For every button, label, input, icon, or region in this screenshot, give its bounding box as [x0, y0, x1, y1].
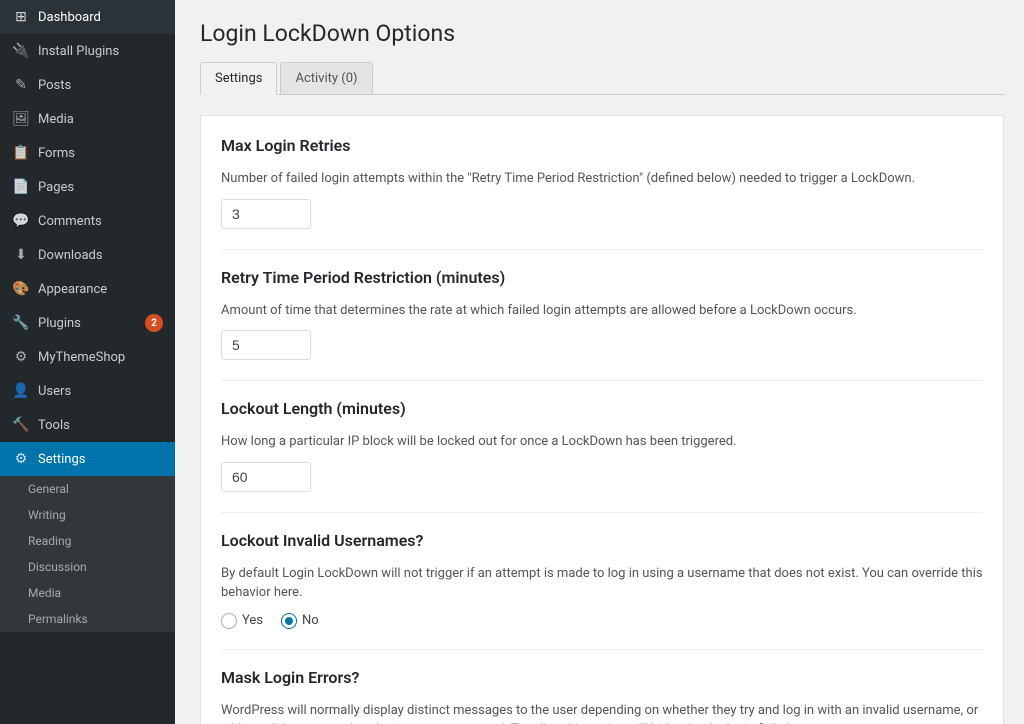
settings-icon: ⚙ [12, 450, 30, 468]
section-title-lockout-length: Lockout Length (minutes) [221, 399, 983, 424]
sidebar-item-pages[interactable]: 📄 Pages [0, 170, 175, 204]
sidebar-item-media[interactable]: 🖼 Media [0, 102, 175, 136]
section-retry-time: Retry Time Period Restriction (minutes) … [221, 268, 983, 361]
section-desc-max-retries: Number of failed login attempts within t… [221, 169, 983, 189]
settings-content: Max Login Retries Number of failed login… [200, 115, 1004, 724]
sidebar-item-install-plugins[interactable]: 🔌 Install Plugins [0, 34, 175, 68]
radio-label-yes: Yes [242, 613, 263, 628]
sidebar-item-settings[interactable]: ⚙ Settings [0, 442, 175, 476]
sidebar-label-comments: Comments [38, 214, 163, 229]
sidebar-item-media-sub[interactable]: Media [0, 580, 175, 606]
settings-submenu: General Writing Reading Discussion Media… [0, 476, 175, 632]
page-title: Login LockDown Options [200, 20, 1004, 47]
sidebar-label-appearance: Appearance [38, 282, 163, 297]
sidebar-label-pages: Pages [38, 180, 163, 195]
divider-3 [221, 512, 983, 513]
sidebar-item-posts[interactable]: ✎ Posts [0, 68, 175, 102]
mythemeshop-icon: ⚙ [12, 348, 30, 366]
sidebar-label-posts: Posts [38, 78, 163, 93]
section-lockout-length: Lockout Length (minutes) How long a part… [221, 399, 983, 492]
sidebar-item-dashboard[interactable]: ⊞ Dashboard [0, 0, 175, 34]
sidebar-label-media-sub: Media [28, 586, 163, 600]
sidebar-item-plugins[interactable]: 🔧 Plugins 2 [0, 306, 175, 340]
main-content: Login LockDown Options Settings Activity… [175, 0, 1024, 724]
sidebar-item-comments[interactable]: 💬 Comments [0, 204, 175, 238]
plugins-icon: 🔧 [12, 314, 30, 332]
sidebar-label-general: General [28, 482, 163, 496]
radio-circle-no [281, 613, 297, 629]
media-icon: 🖼 [12, 110, 30, 128]
tab-settings[interactable]: Settings [200, 62, 277, 95]
sidebar-label-writing: Writing [28, 508, 163, 522]
divider-1 [221, 249, 983, 250]
sidebar-label-downloads: Downloads [38, 248, 163, 263]
sidebar-item-tools[interactable]: 🔨 Tools [0, 408, 175, 442]
sidebar-label-plugins: Plugins [38, 316, 137, 331]
tab-bar: Settings Activity (0) [200, 62, 1004, 95]
section-desc-lockout-length: How long a particular IP block will be l… [221, 432, 983, 452]
input-retry-time[interactable] [221, 330, 311, 360]
section-title-retry-time: Retry Time Period Restriction (minutes) [221, 268, 983, 293]
pages-icon: 📄 [12, 178, 30, 196]
downloads-icon: ⬇ [12, 246, 30, 264]
posts-icon: ✎ [12, 76, 30, 94]
appearance-icon: 🎨 [12, 280, 30, 298]
divider-2 [221, 380, 983, 381]
sidebar-item-mythemeshop[interactable]: ⚙ MyThemeShop [0, 340, 175, 374]
section-title-lockout-usernames: Lockout Invalid Usernames? [221, 531, 983, 556]
dashboard-icon: ⊞ [12, 8, 30, 26]
sidebar-label-install-plugins: Install Plugins [38, 44, 163, 59]
section-mask-errors: Mask Login Errors? WordPress will normal… [221, 668, 983, 724]
radio-no-lockout-usernames[interactable]: No [281, 613, 319, 629]
section-max-retries: Max Login Retries Number of failed login… [221, 136, 983, 229]
sidebar-item-general[interactable]: General [0, 476, 175, 502]
sidebar: ⊞ Dashboard 🔌 Install Plugins ✎ Posts 🖼 … [0, 0, 175, 724]
sidebar-item-discussion[interactable]: Discussion [0, 554, 175, 580]
sidebar-item-users[interactable]: 👤 Users [0, 374, 175, 408]
sidebar-label-reading: Reading [28, 534, 163, 548]
plugins-badge: 2 [145, 314, 163, 332]
radio-label-no: No [302, 613, 319, 628]
install-plugins-icon: 🔌 [12, 42, 30, 60]
sidebar-item-downloads[interactable]: ⬇ Downloads [0, 238, 175, 272]
section-desc-lockout-usernames: By default Login LockDown will not trigg… [221, 564, 983, 603]
section-desc-retry-time: Amount of time that determines the rate … [221, 301, 983, 321]
sidebar-label-users: Users [38, 384, 163, 399]
sidebar-item-appearance[interactable]: 🎨 Appearance [0, 272, 175, 306]
comments-icon: 💬 [12, 212, 30, 230]
tools-icon: 🔨 [12, 416, 30, 434]
section-lockout-usernames: Lockout Invalid Usernames? By default Lo… [221, 531, 983, 629]
divider-4 [221, 649, 983, 650]
section-desc-mask-errors: WordPress will normally display distinct… [221, 701, 983, 724]
sidebar-label-tools: Tools [38, 418, 163, 433]
radio-yes-lockout-usernames[interactable]: Yes [221, 613, 263, 629]
section-title-max-retries: Max Login Retries [221, 136, 983, 161]
input-max-retries[interactable] [221, 199, 311, 229]
input-lockout-length[interactable] [221, 462, 311, 492]
section-title-mask-errors: Mask Login Errors? [221, 668, 983, 693]
sidebar-label-dashboard: Dashboard [38, 10, 163, 25]
sidebar-label-media: Media [38, 112, 163, 127]
users-icon: 👤 [12, 382, 30, 400]
sidebar-item-forms[interactable]: 📋 Forms [0, 136, 175, 170]
forms-icon: 📋 [12, 144, 30, 162]
sidebar-item-permalinks[interactable]: Permalinks [0, 606, 175, 632]
radio-circle-yes [221, 613, 237, 629]
radio-group-lockout-usernames: Yes No [221, 613, 983, 629]
sidebar-label-forms: Forms [38, 146, 163, 161]
tab-activity[interactable]: Activity (0) [280, 62, 372, 94]
sidebar-label-discussion: Discussion [28, 560, 163, 574]
sidebar-item-reading[interactable]: Reading [0, 528, 175, 554]
sidebar-label-mythemeshop: MyThemeShop [38, 350, 163, 365]
sidebar-label-permalinks: Permalinks [28, 612, 163, 626]
sidebar-label-settings: Settings [38, 452, 163, 467]
sidebar-item-writing[interactable]: Writing [0, 502, 175, 528]
